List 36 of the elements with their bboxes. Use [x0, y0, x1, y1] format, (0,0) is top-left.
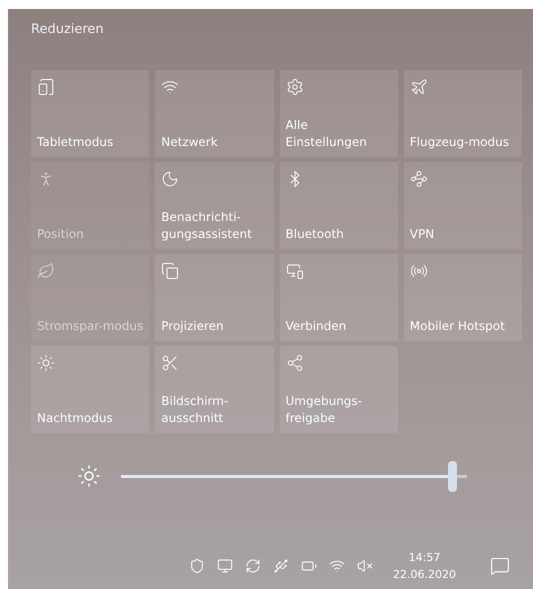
- monitor-icon[interactable]: [217, 558, 234, 574]
- slider-thumb[interactable]: [448, 460, 457, 492]
- brightness-slider[interactable]: [121, 460, 467, 492]
- quick-action-tile[interactable]: Benachrichti-gungsassistent: [155, 162, 274, 248]
- screens-icon: [161, 262, 180, 280]
- quick-action-tile[interactable]: Projizieren: [155, 254, 274, 340]
- collapse-link[interactable]: Reduzieren: [31, 20, 104, 40]
- quick-action-tile[interactable]: Verbinden: [280, 254, 398, 340]
- quick-action-tile[interactable]: Bluetooth: [280, 162, 398, 248]
- quick-action-tile[interactable]: VPN: [404, 162, 522, 248]
- notifications-icon[interactable]: [490, 556, 510, 576]
- quick-action-tile[interactable]: Alle Einstellungen: [280, 70, 398, 156]
- quick-action-tile[interactable]: Umgebungs-freigabe: [280, 346, 398, 432]
- scissors-icon: [161, 354, 180, 372]
- quick-action-tile[interactable]: Tabletmodus: [31, 70, 150, 156]
- sync-icon[interactable]: [245, 558, 262, 574]
- clock-date: 22.06.2020: [393, 567, 456, 583]
- moon-icon: [161, 170, 180, 188]
- quick-action-tile[interactable]: Netzwerk: [155, 70, 274, 156]
- tablet-icon: [37, 78, 55, 96]
- network-icon: [410, 170, 428, 188]
- quick-action-tile[interactable]: Mobiler Hotspot: [404, 254, 522, 340]
- quick-action-tile[interactable]: Nachtmodus: [31, 346, 150, 432]
- leaf-icon: [37, 262, 55, 280]
- usb-icon[interactable]: [273, 558, 290, 574]
- sun-icon: [37, 354, 55, 372]
- share-icon: [286, 354, 304, 372]
- devices-icon: [286, 262, 304, 280]
- airplane-icon: [410, 78, 428, 96]
- clock-time: 14:57: [408, 550, 440, 566]
- brightness-icon: [77, 464, 101, 488]
- quick-action-tile[interactable]: Flugzeug-modus: [404, 70, 522, 156]
- mute-icon[interactable]: [357, 558, 374, 574]
- shield-icon[interactable]: [189, 558, 206, 574]
- settings-icon: [286, 78, 304, 96]
- quick-action-tile[interactable]: Bildschirm-ausschnitt: [155, 346, 274, 432]
